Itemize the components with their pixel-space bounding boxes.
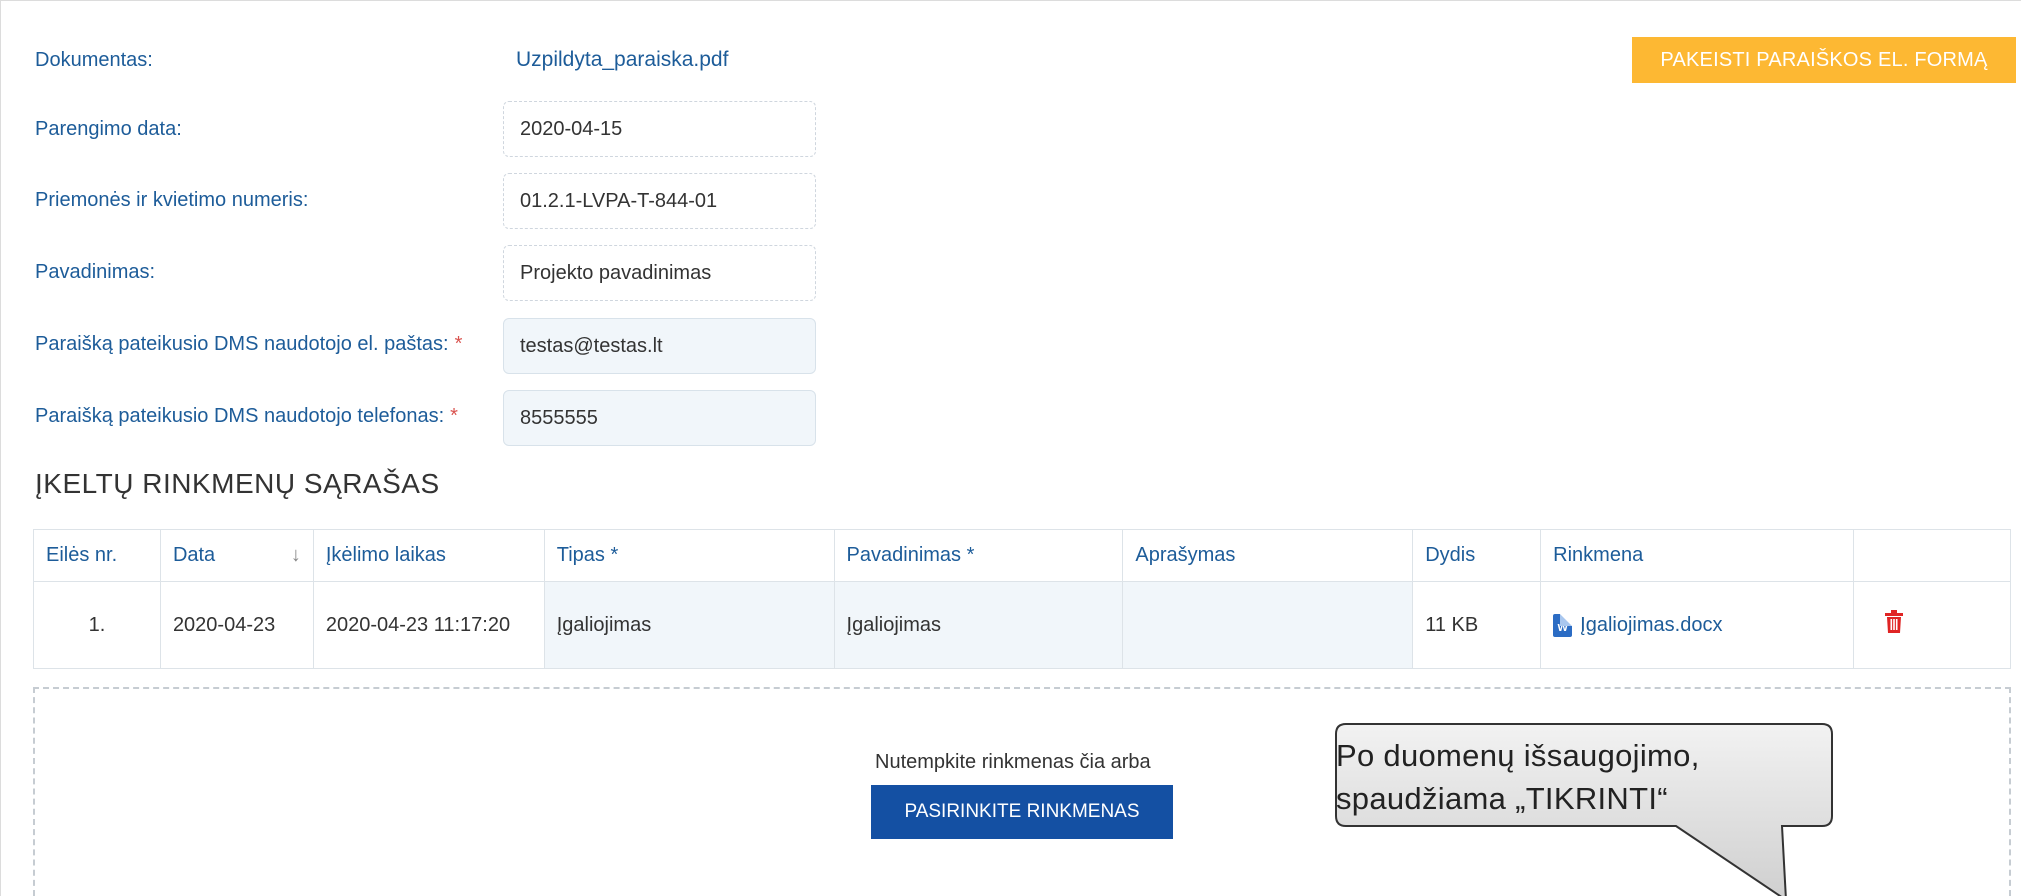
files-section-title: ĮKELTŲ RINKMENŲ SĄRAŠAS [35, 468, 440, 499]
trash-icon[interactable] [1884, 610, 1904, 634]
measure-number-value: 01.2.1-LVPA-T-844-01 [503, 173, 816, 229]
cell-upload-time: 2020-04-23 11:17:20 [312, 581, 545, 669]
dropzone-text: Nutempkite rinkmenas čia arba [875, 751, 1151, 773]
phone-field[interactable] [503, 390, 816, 446]
col-header-type[interactable]: Tipas * [543, 529, 835, 582]
document-label: Dokumentas: [35, 49, 153, 71]
prep-date-label: Parengimo data: [35, 118, 182, 140]
email-field[interactable] [503, 318, 816, 374]
col-header-name[interactable]: Pavadinimas * [833, 529, 1124, 582]
cell-size: 11 KB [1412, 581, 1542, 669]
col-header-size[interactable]: Dydis [1412, 529, 1542, 582]
cell-type[interactable]: Įgaliojimas [543, 581, 835, 669]
col-header-nr: Eilės nr. [33, 529, 161, 582]
email-label-text: Paraišką pateikusio DMS naudotojo el. pa… [35, 333, 449, 355]
callout-line-2: spaudžiama „TIKRINTI“ [1336, 781, 1668, 816]
callout-text: Po duomenų išsaugojimo, spaudžiama „TIKR… [1336, 734, 1826, 820]
required-mark: * [450, 405, 458, 427]
col-header-description[interactable]: Aprašymas [1122, 529, 1414, 582]
required-mark: * [454, 333, 463, 355]
sort-arrow-icon[interactable]: ↓ [291, 544, 301, 567]
phone-label-text: Paraišką pateikusio DMS naudotojo telefo… [35, 405, 445, 427]
table-row: 1. 2020-04-23 2020-04-23 11:17:20 Įgalio… [33, 581, 2011, 669]
table-header-row: Eilės nr. Data ↓ Įkėlimo laikas Tipas * P… [33, 529, 2011, 582]
file-name: Įgaliojimas.docx [1580, 613, 1723, 636]
col-header-date-text: Data [172, 544, 216, 566]
project-name-value: Projekto pavadinimas [503, 245, 816, 301]
file-download-link[interactable]: w Įgaliojimas.docx [1553, 613, 1723, 637]
cell-description[interactable] [1122, 581, 1414, 669]
prep-date-value: 2020-04-15 [503, 101, 816, 157]
email-label: Paraišką pateikusio DMS naudotojo el. pa… [35, 333, 462, 356]
change-form-button[interactable]: PAKEISTI PARAIŠKOS EL. FORMĄ [1632, 37, 2016, 83]
measure-number-label: Priemonės ir kvietimo numeris: [35, 189, 309, 211]
document-link[interactable]: Uzpildyta_paraiska.pdf [516, 48, 728, 72]
choose-files-button[interactable]: PASIRINKITE RINKMENAS [871, 785, 1173, 839]
cell-file: w Įgaliojimas.docx [1540, 581, 1855, 669]
phone-label: Paraišką pateikusio DMS naudotojo telefo… [35, 405, 458, 428]
cell-name[interactable]: Įgaliojimas [833, 581, 1124, 669]
col-header-date[interactable]: Data ↓ [159, 529, 314, 582]
col-header-upload-time[interactable]: Įkėlimo laikas [312, 529, 545, 582]
project-name-label: Pavadinimas: [35, 261, 156, 283]
cell-actions [1853, 581, 2011, 669]
col-header-file[interactable]: Rinkmena [1540, 529, 1855, 582]
col-header-actions [1853, 529, 2011, 582]
files-table: Eilės nr. Data ↓ Įkėlimo laikas Tipas * P… [33, 529, 2011, 669]
word-document-icon: w [1553, 613, 1573, 637]
cell-nr: 1. [33, 581, 161, 669]
callout-line-1: Po duomenų išsaugojimo, [1336, 738, 1700, 773]
cell-date: 2020-04-23 [159, 581, 314, 669]
